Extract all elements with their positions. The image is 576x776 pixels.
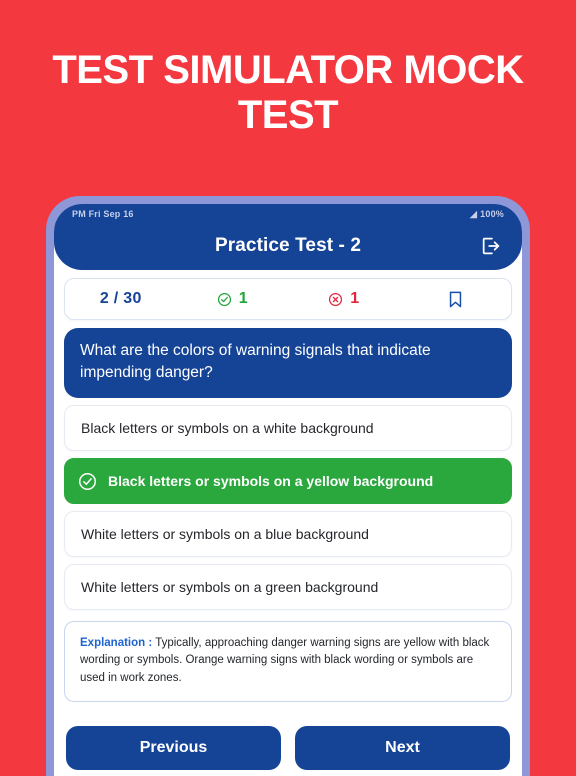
- check-circle-icon: [78, 472, 97, 491]
- phone-screen: PM Fri Sep 16 ◢ 100% Practice Test - 2 2…: [54, 204, 522, 776]
- next-button[interactable]: Next: [295, 726, 510, 771]
- phone-mockup-frame: PM Fri Sep 16 ◢ 100% Practice Test - 2 2…: [46, 196, 530, 776]
- screen-body: 2 / 30 1 1 What are the colors of warnin…: [54, 270, 522, 771]
- status-bar: PM Fri Sep 16 ◢ 100%: [54, 204, 522, 224]
- logout-button[interactable]: [478, 233, 504, 259]
- wifi-icon: ◢: [470, 208, 478, 219]
- battery-level-label: 100%: [480, 209, 504, 219]
- explanation-card: Explanation : Typically, approaching dan…: [64, 621, 512, 703]
- answer-option-3[interactable]: White letters or symbols on a blue backg…: [64, 511, 512, 557]
- correct-count-label: 1: [238, 290, 248, 307]
- wrong-count-label: 1: [350, 290, 360, 307]
- progress-indicator: 2 / 30: [65, 290, 177, 308]
- previous-button[interactable]: Previous: [66, 726, 281, 771]
- question-text: What are the colors of warning signals t…: [64, 328, 512, 398]
- status-bar-left: PM Fri Sep 16: [72, 209, 134, 219]
- check-circle-icon: [217, 292, 232, 307]
- correct-counter: 1: [177, 290, 289, 308]
- navigation-buttons: Previous Next: [64, 726, 512, 771]
- answer-option-4[interactable]: White letters or symbols on a green back…: [64, 564, 512, 610]
- explanation-label: Explanation :: [80, 637, 153, 649]
- logout-icon: [482, 237, 500, 255]
- status-bar-right: ◢ 100%: [470, 209, 504, 219]
- answer-option-label: White letters or symbols on a blue backg…: [81, 525, 369, 542]
- app-bar-title: Practice Test - 2: [214, 235, 362, 256]
- status-bar-time: PM Fri Sep 16: [72, 209, 134, 219]
- answer-option-label: White letters or symbols on a green back…: [81, 578, 379, 595]
- bookmark-button[interactable]: [400, 290, 512, 309]
- answer-option-1[interactable]: Black letters or symbols on a white back…: [64, 405, 512, 451]
- progress-label: 2 / 30: [99, 290, 142, 307]
- app-bar: Practice Test - 2: [54, 222, 522, 270]
- bookmark-icon: [447, 290, 464, 309]
- answer-option-label: Black letters or symbols on a yellow bac…: [108, 472, 434, 489]
- answer-option-2[interactable]: Black letters or symbols on a yellow bac…: [64, 458, 512, 504]
- x-circle-icon: [328, 292, 343, 307]
- page-title: TEST SIMULATOR MOCK TEST: [52, 48, 524, 137]
- stats-bar: 2 / 30 1 1: [64, 278, 512, 320]
- answer-option-label: Black letters or symbols on a white back…: [81, 419, 374, 436]
- wrong-counter: 1: [288, 290, 400, 308]
